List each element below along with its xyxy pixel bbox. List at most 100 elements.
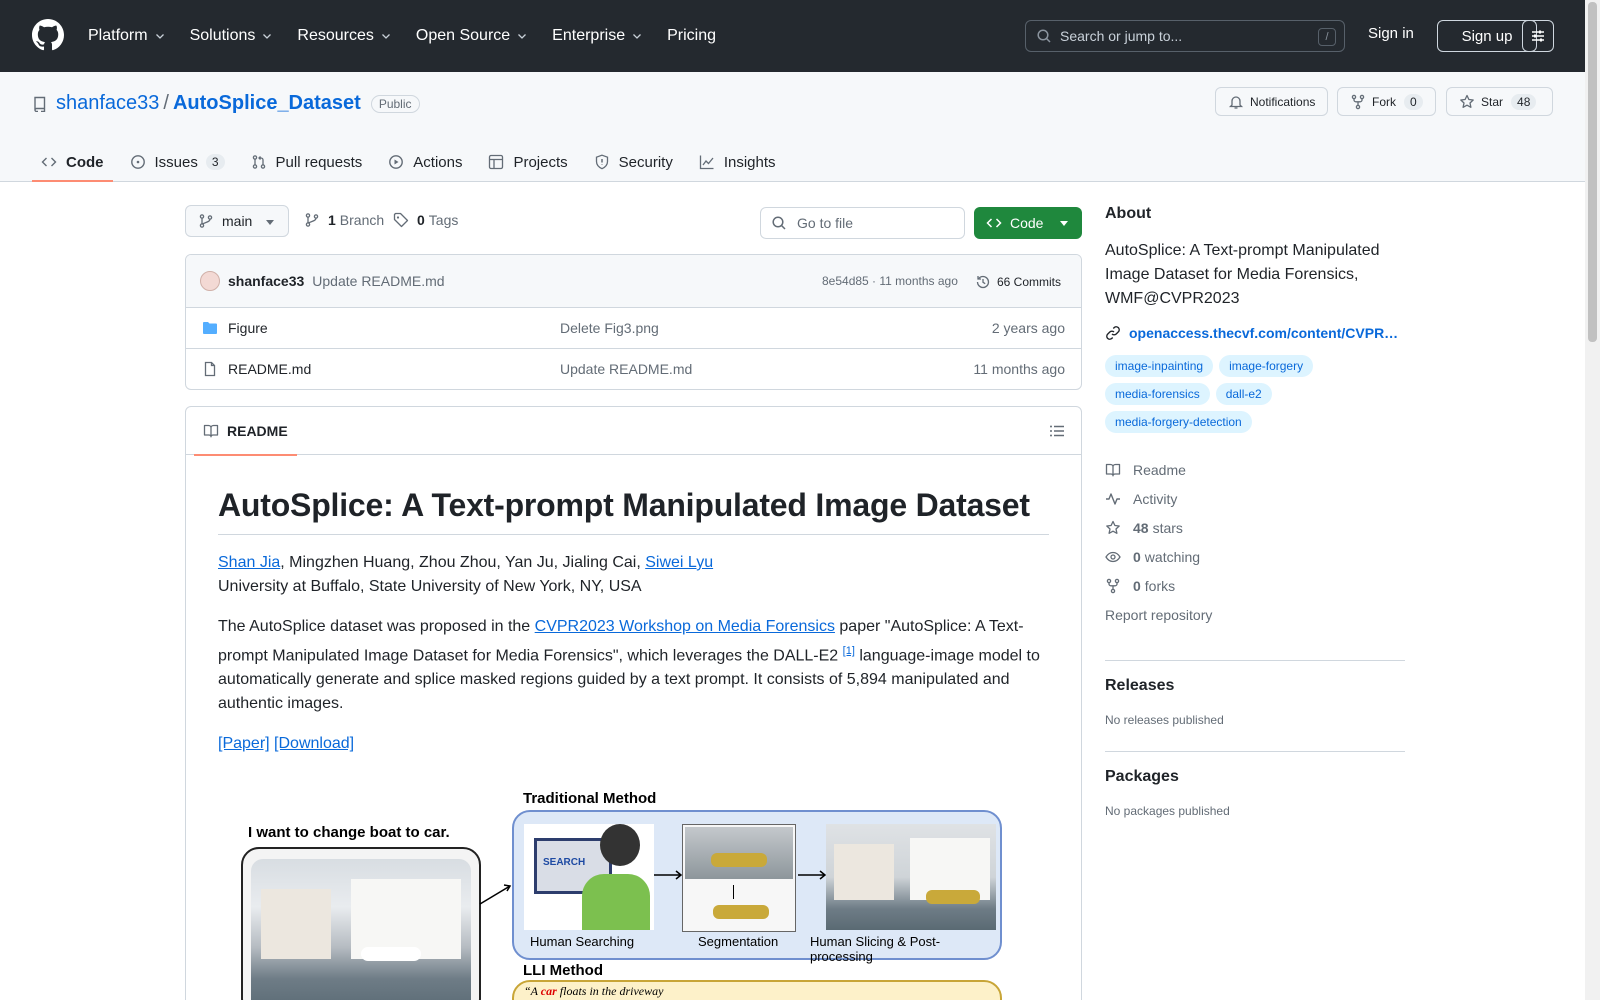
commit-hash-time[interactable]: 8e54d85 · 11 months ago (822, 274, 958, 288)
nav-enterprise[interactable]: Enterprise (552, 27, 643, 45)
nav-platform[interactable]: Platform (88, 27, 166, 45)
tag-icon (393, 212, 409, 228)
pull-request-icon (252, 155, 265, 169)
lli-prompt-post: floats in the driveway (556, 984, 664, 998)
file-row[interactable]: README.md Update README.md 11 months ago (186, 349, 1081, 389)
graph-icon (699, 155, 714, 170)
author-link-shan-jia[interactable]: Shan Jia (218, 554, 280, 571)
packages-title[interactable]: Packages (1105, 768, 1405, 786)
nav-resources[interactable]: Resources (297, 27, 391, 45)
branches-link[interactable]: 1 Branch (304, 212, 384, 228)
topic-tag[interactable]: image-forgery (1219, 355, 1314, 377)
house-shape (261, 889, 331, 959)
tab-insights[interactable]: Insights (690, 142, 785, 182)
commits-link[interactable]: 66 Commits (975, 268, 1061, 296)
tab-code[interactable]: Code (32, 142, 113, 182)
repo-owner-link[interactable]: shanface33 (56, 92, 159, 115)
arrow-right-icon (798, 870, 827, 880)
file-date: 2 years ago (991, 320, 1065, 336)
commit-author[interactable]: shanface33 (228, 273, 304, 289)
forks-count: 0 (1133, 577, 1141, 594)
readme-link[interactable]: Readme (1105, 455, 1405, 484)
scrollbar-thumb[interactable] (1588, 2, 1597, 342)
file-row[interactable]: Figure Delete Fig3.png 2 years ago (186, 308, 1081, 349)
figure-left-title: I want to change boat to car. (248, 824, 450, 841)
releases-title[interactable]: Releases (1105, 677, 1405, 695)
list-unordered-icon[interactable] (1049, 423, 1065, 439)
branch-select-button[interactable]: main (185, 205, 289, 237)
repo-title: shanface33 / AutoSplice_Dataset Public (32, 92, 420, 115)
pulse-icon (1106, 492, 1120, 505)
code-icon (986, 218, 1002, 228)
workshop-link[interactable]: CVPR2023 Workshop on Media Forensics (535, 618, 835, 635)
footnote-ref[interactable]: [1] (843, 645, 855, 657)
activity-label: Activity (1133, 490, 1178, 507)
search-icon (772, 216, 786, 230)
sign-in-link[interactable]: Sign in (1368, 25, 1414, 42)
star-button[interactable]: Star 48 (1446, 87, 1553, 116)
tab-projects[interactable]: Projects (479, 142, 576, 182)
fork-button[interactable]: Fork 0 (1337, 87, 1436, 116)
forks-label: forks (1144, 577, 1176, 594)
watching-label: watching (1144, 548, 1201, 565)
book-icon (1105, 463, 1121, 476)
tab-label: Issues (154, 153, 198, 171)
author-link-siwei-lyu[interactable]: Siwei Lyu (645, 554, 713, 571)
github-logo-icon[interactable] (32, 19, 64, 51)
file-name[interactable]: Figure (228, 320, 268, 336)
caption-segmentation: Segmentation (698, 934, 779, 949)
activity-link[interactable]: Activity (1105, 484, 1405, 513)
chevron-down-icon (263, 34, 272, 39)
file-name[interactable]: README.md (228, 361, 311, 377)
website-link[interactable]: openaccess.thecvf.com/content/CVPR… (1105, 325, 1405, 341)
paper-link[interactable]: [Paper] (218, 735, 270, 752)
menu-button[interactable] (1522, 20, 1554, 52)
nav-label: Resources (297, 27, 374, 44)
notifications-label: Notifications (1250, 94, 1316, 109)
lli-prompt: “A car floats in the driveway (524, 984, 663, 999)
releases-empty-text: No releases published (1105, 713, 1224, 727)
search-input[interactable]: Search or jump to... / (1025, 20, 1345, 52)
caption-human-searching: Human Searching (530, 934, 635, 949)
topic-tag[interactable]: image-inpainting (1105, 355, 1214, 377)
file-commit-message[interactable]: Update README.md (560, 361, 692, 377)
tags-link[interactable]: 0 Tags (393, 212, 458, 228)
about-sidebar: About AutoSplice: A Text-prompt Manipula… (1105, 205, 1405, 629)
branch-label: Branch (339, 212, 385, 228)
file-commit-message[interactable]: Delete Fig3.png (560, 320, 659, 336)
branch-name: main (222, 213, 253, 229)
commit-message[interactable]: Update README.md (312, 273, 444, 289)
car-cutout-shape (713, 905, 769, 919)
nav-open-source[interactable]: Open Source (416, 27, 528, 45)
topic-tag[interactable]: media-forgery-detection (1105, 411, 1252, 433)
search-word: SEARCH (543, 857, 586, 868)
topic-tag[interactable]: dall-e2 (1215, 383, 1272, 405)
tab-pull-requests[interactable]: Pull requests (242, 142, 372, 182)
arrow-icon (479, 884, 512, 905)
readme-authors: Shan Jia, Mingzhen Huang, Zhou Zhou, Yan… (218, 551, 1049, 599)
website-url: openaccess.thecvf.com/content/CVPR… (1129, 325, 1399, 341)
lli-prompt-pre: “A (524, 984, 541, 998)
nav-solutions[interactable]: Solutions (190, 27, 274, 45)
issues-count: 3 (205, 154, 225, 170)
watching-link[interactable]: 0 watching (1105, 542, 1405, 571)
code-button[interactable]: Code (974, 207, 1082, 239)
readme-tab[interactable]: README (194, 407, 297, 456)
avatar[interactable] (200, 271, 220, 291)
packages-empty-text: No packages published (1105, 804, 1230, 818)
tab-issues[interactable]: Issues 3 (121, 142, 234, 182)
nav-pricing[interactable]: Pricing (667, 27, 716, 45)
flood-house-image (251, 859, 471, 1000)
stars-link[interactable]: 48 stars (1105, 513, 1405, 542)
notifications-button[interactable]: Notifications (1215, 87, 1329, 116)
tab-security[interactable]: Security (585, 142, 682, 182)
forks-link[interactable]: 0 forks (1105, 571, 1405, 600)
tab-actions[interactable]: Actions (379, 142, 471, 182)
star-icon (1460, 94, 1474, 108)
repo-name-link[interactable]: AutoSplice_Dataset (173, 92, 361, 115)
report-repository-link[interactable]: Report repository (1105, 600, 1405, 629)
go-to-file-input[interactable]: Go to file (760, 207, 965, 239)
download-link[interactable]: [Download] (274, 735, 354, 752)
topic-tag[interactable]: media-forensics (1105, 383, 1210, 405)
file-list: shanface33 Update README.md 8e54d85 · 11… (185, 254, 1082, 390)
